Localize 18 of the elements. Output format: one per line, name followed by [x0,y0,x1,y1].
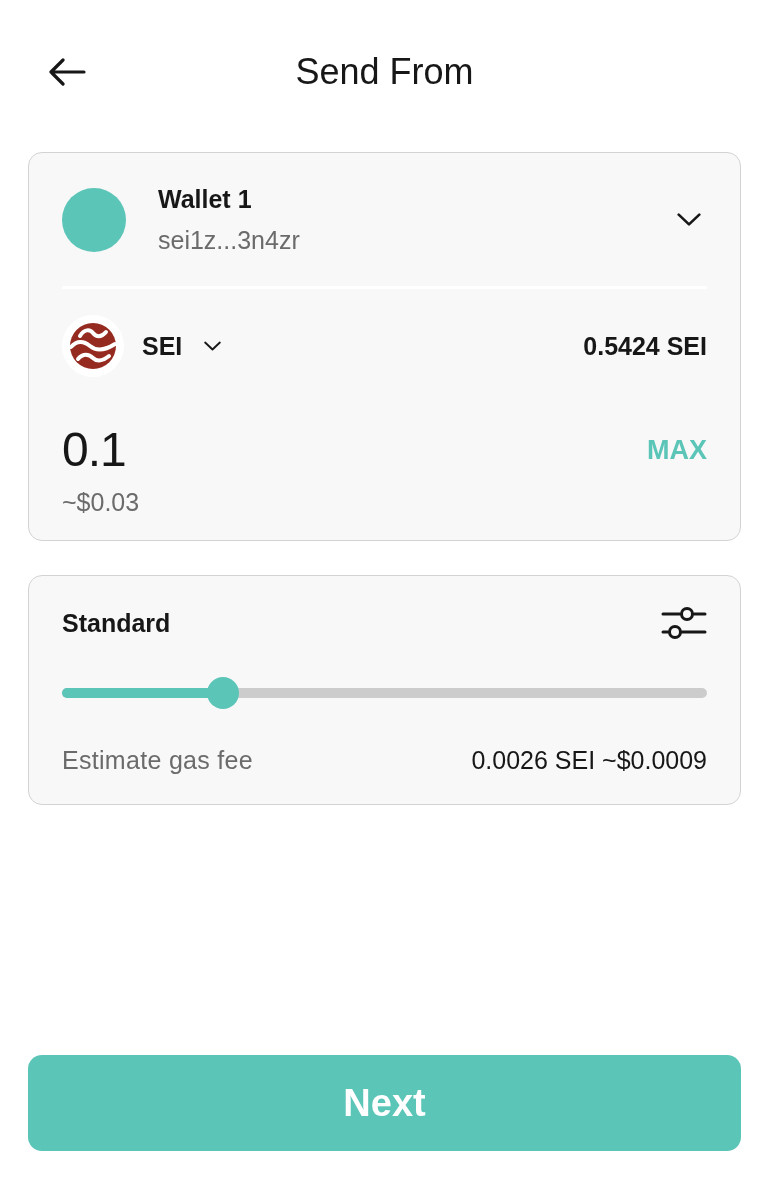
fee-speed-label: Standard [62,608,171,638]
sliders-icon [661,605,707,641]
fiat-value: ~$0.03 [62,488,140,516]
slider-thumb[interactable] [207,677,240,709]
chevron-down-icon [204,341,222,351]
wallet-address: sei1z...3n4zr [158,225,300,256]
fee-settings-button[interactable] [661,605,707,641]
amount-input[interactable]: 0.1 [62,422,126,478]
fee-slider[interactable] [62,677,707,709]
wallet-name: Wallet 1 [158,184,252,215]
fee-label: Estimate gas fee [62,745,253,775]
arrow-left-icon [48,58,86,86]
chevron-down-icon[interactable] [677,213,701,226]
page-title: Send From [295,50,474,94]
fee-value: 0.0026 SEI ~$0.0009 [471,745,707,775]
token-balance: 0.5424 SEI [583,331,707,362]
token-selector[interactable]: SEI [62,315,222,377]
sei-logo-icon [62,315,124,377]
